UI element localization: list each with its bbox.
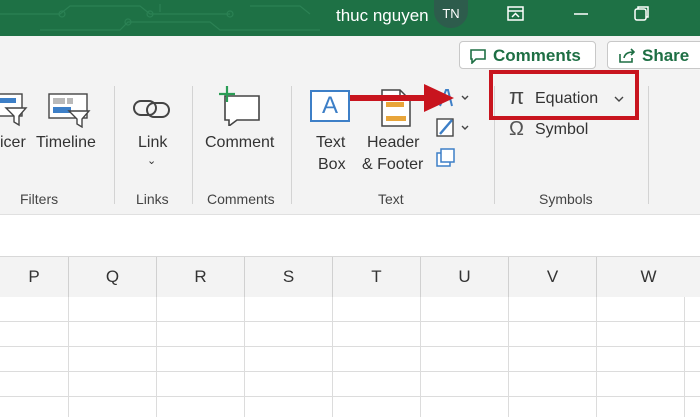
- text-box-button[interactable]: A Text Box: [300, 86, 362, 181]
- text-group-label: Text: [378, 191, 404, 207]
- comments-group-label: Comments: [207, 191, 275, 207]
- link-dropdown-icon: ⌄: [147, 155, 157, 167]
- worksheet-grid[interactable]: [0, 297, 700, 417]
- grid-line: [0, 346, 700, 347]
- ribbon-display-icon: [507, 6, 524, 21]
- pi-icon: π: [509, 84, 525, 109]
- grid-line: [0, 396, 700, 397]
- signature-line-button[interactable]: [434, 116, 474, 140]
- group-separator: [648, 86, 649, 204]
- group-separator: [291, 86, 292, 204]
- share-button-label: Share: [642, 46, 690, 65]
- group-separator: [192, 86, 193, 204]
- slicer-icon: [0, 93, 28, 127]
- object-button[interactable]: [434, 146, 474, 170]
- link-button[interactable]: Link ⌄: [122, 86, 182, 181]
- grid-line: [420, 297, 421, 417]
- column-header-s[interactable]: S: [244, 257, 332, 297]
- grid-line: [684, 297, 685, 417]
- object-icon: [436, 148, 455, 167]
- column-header-v[interactable]: V: [508, 257, 596, 297]
- column-header-q[interactable]: Q: [68, 257, 156, 297]
- restore-button[interactable]: [626, 2, 656, 26]
- column-headers: P Q R S T U V W: [0, 256, 700, 298]
- text-box-icon: A: [310, 90, 350, 122]
- grid-line: [596, 297, 597, 417]
- chevron-down-icon: [614, 96, 624, 102]
- wordart-button[interactable]: [434, 86, 474, 110]
- ribbon-display-options-button[interactable]: [500, 2, 530, 26]
- symbol-button[interactable]: Ω Symbol: [509, 118, 619, 144]
- timeline-button[interactable]: Timeline: [34, 86, 102, 176]
- header-footer-label-line2: & Footer: [362, 156, 424, 173]
- share-button[interactable]: Share: [607, 41, 700, 69]
- grid-line: [0, 371, 700, 372]
- column-header-t[interactable]: T: [332, 257, 420, 297]
- comments-button[interactable]: Comments: [459, 41, 596, 69]
- links-group-label: Links: [136, 191, 169, 207]
- link-label: Link: [138, 134, 168, 151]
- grid-line: [68, 297, 69, 417]
- group-separator: [494, 86, 495, 204]
- text-box-label-line1: Text: [316, 134, 346, 151]
- slicer-label: icer: [0, 134, 26, 151]
- grid-line: [156, 297, 157, 417]
- grid-line: [508, 297, 509, 417]
- minimize-icon: [574, 13, 588, 15]
- signature-line-icon: [436, 118, 469, 137]
- slicer-button[interactable]: icer: [0, 86, 30, 176]
- formula-bar[interactable]: [0, 214, 700, 257]
- user-name: thuc nguyen: [336, 6, 429, 25]
- header-footer-icon: [381, 89, 411, 127]
- symbol-label: Symbol: [535, 121, 589, 138]
- grid-line: [332, 297, 333, 417]
- equation-label: Equation: [535, 90, 599, 107]
- symbols-group-label: Symbols: [539, 191, 593, 207]
- column-header-p[interactable]: P: [0, 257, 68, 297]
- wordart-icon: [439, 89, 469, 107]
- new-comment-button[interactable]: Comment: [200, 84, 282, 179]
- grid-line: [244, 297, 245, 417]
- comment-label: Comment: [205, 134, 275, 151]
- header-footer-label-line1: Header: [367, 134, 420, 151]
- title-bar: thuc nguyen TN: [0, 0, 700, 36]
- column-header-r[interactable]: R: [156, 257, 244, 297]
- user-avatar[interactable]: TN: [434, 0, 468, 28]
- new-comment-icon: [219, 86, 260, 126]
- filters-group-label: Filters: [20, 191, 59, 207]
- column-header-w[interactable]: W: [596, 257, 700, 297]
- restore-icon: [634, 6, 649, 21]
- ribbon-insert-tab: Comments Share icer Timeline Filters Lin…: [0, 36, 700, 214]
- share-icon: [619, 48, 636, 63]
- grid-line: [0, 321, 700, 322]
- equation-button[interactable]: π Equation: [509, 84, 631, 112]
- timeline-icon: [48, 93, 91, 128]
- header-footer-button[interactable]: Header & Footer: [362, 86, 428, 181]
- group-separator: [114, 86, 115, 204]
- title-bar-pattern: [0, 4, 320, 31]
- comment-bubble-icon: [470, 49, 486, 64]
- omega-icon: Ω: [509, 118, 524, 140]
- minimize-button[interactable]: [566, 2, 596, 26]
- comments-button-label: Comments: [493, 46, 581, 65]
- link-icon: [133, 100, 170, 118]
- text-box-label-line2: Box: [318, 156, 346, 173]
- column-header-u[interactable]: U: [420, 257, 508, 297]
- timeline-label: Timeline: [36, 134, 96, 151]
